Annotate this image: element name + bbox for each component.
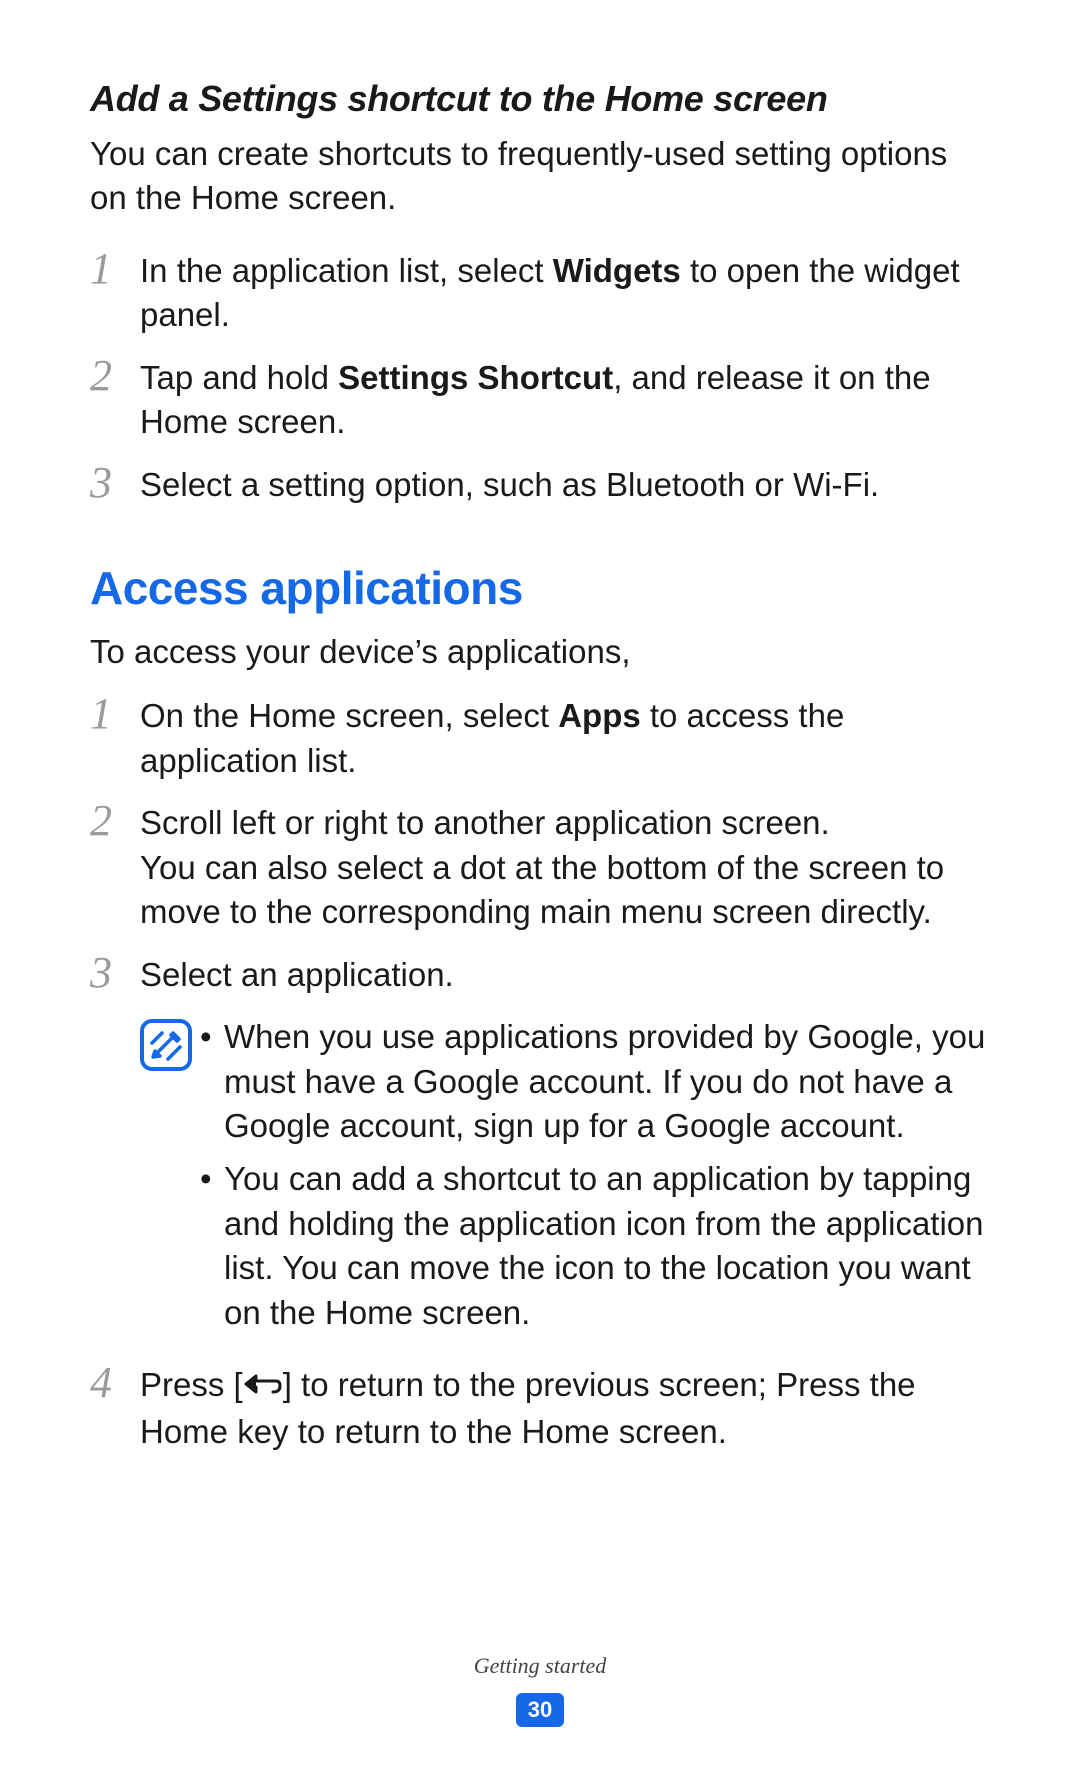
intro-text-2: To access your device’s applications, bbox=[90, 630, 990, 675]
text: Tap and hold bbox=[140, 359, 338, 396]
step-3b: 3 Select an application. bbox=[90, 953, 990, 998]
section-heading: Access applications bbox=[90, 557, 990, 619]
back-key-icon bbox=[243, 1363, 283, 1408]
step-body: On the Home screen, select Apps to acces… bbox=[140, 694, 990, 783]
step-number: 4 bbox=[90, 1361, 140, 1405]
step-number: 3 bbox=[90, 461, 140, 505]
step-number: 2 bbox=[90, 354, 140, 398]
bullet-dot: • bbox=[200, 1015, 224, 1060]
step-4b: 4 Press [] to return to the previous scr… bbox=[90, 1363, 990, 1454]
step-number: 1 bbox=[90, 692, 140, 736]
step-2b: 2 Scroll left or right to another applic… bbox=[90, 801, 990, 935]
step-body: Select a setting option, such as Bluetoo… bbox=[140, 463, 990, 508]
bold-text: Settings Shortcut bbox=[338, 359, 613, 396]
text: In the application list, select bbox=[140, 252, 553, 289]
bold-text: Apps bbox=[558, 697, 641, 734]
step-body: Select an application. bbox=[140, 953, 990, 998]
note-bullet-1: • When you use applications provided by … bbox=[200, 1015, 990, 1149]
step-body: Press [] to return to the previous scree… bbox=[140, 1363, 990, 1454]
note-block: • When you use applications provided by … bbox=[140, 1015, 990, 1343]
text: Press [ bbox=[140, 1366, 243, 1403]
page-footer: Getting started 30 bbox=[0, 1651, 1080, 1729]
note-content: • When you use applications provided by … bbox=[200, 1015, 990, 1343]
intro-text-1: You can create shortcuts to frequently-u… bbox=[90, 132, 990, 221]
manual-page: Add a Settings shortcut to the Home scre… bbox=[0, 0, 1080, 1771]
footer-chapter: Getting started bbox=[0, 1651, 1080, 1681]
note-icon bbox=[140, 1019, 200, 1083]
step-number: 2 bbox=[90, 799, 140, 843]
sub-heading: Add a Settings shortcut to the Home scre… bbox=[90, 75, 990, 124]
text: You can also select a dot at the bottom … bbox=[140, 846, 990, 935]
note-bullet-2: • You can add a shortcut to an applicati… bbox=[200, 1157, 990, 1335]
text: Scroll left or right to another applicat… bbox=[140, 801, 990, 846]
step-number: 3 bbox=[90, 951, 140, 995]
step-1: 1 In the application list, select Widget… bbox=[90, 249, 990, 338]
step-number: 1 bbox=[90, 247, 140, 291]
step-3: 3 Select a setting option, such as Bluet… bbox=[90, 463, 990, 508]
step-body: Scroll left or right to another applicat… bbox=[140, 801, 990, 935]
step-1b: 1 On the Home screen, select Apps to acc… bbox=[90, 694, 990, 783]
bullet-text: When you use applications provided by Go… bbox=[224, 1015, 990, 1149]
step-body: Tap and hold Settings Shortcut, and rele… bbox=[140, 356, 990, 445]
bullet-text: You can add a shortcut to an application… bbox=[224, 1157, 990, 1335]
page-number-badge: 30 bbox=[516, 1693, 564, 1727]
text: On the Home screen, select bbox=[140, 697, 558, 734]
step-body: In the application list, select Widgets … bbox=[140, 249, 990, 338]
bullet-dot: • bbox=[200, 1157, 224, 1202]
step-2: 2 Tap and hold Settings Shortcut, and re… bbox=[90, 356, 990, 445]
bold-text: Widgets bbox=[553, 252, 681, 289]
